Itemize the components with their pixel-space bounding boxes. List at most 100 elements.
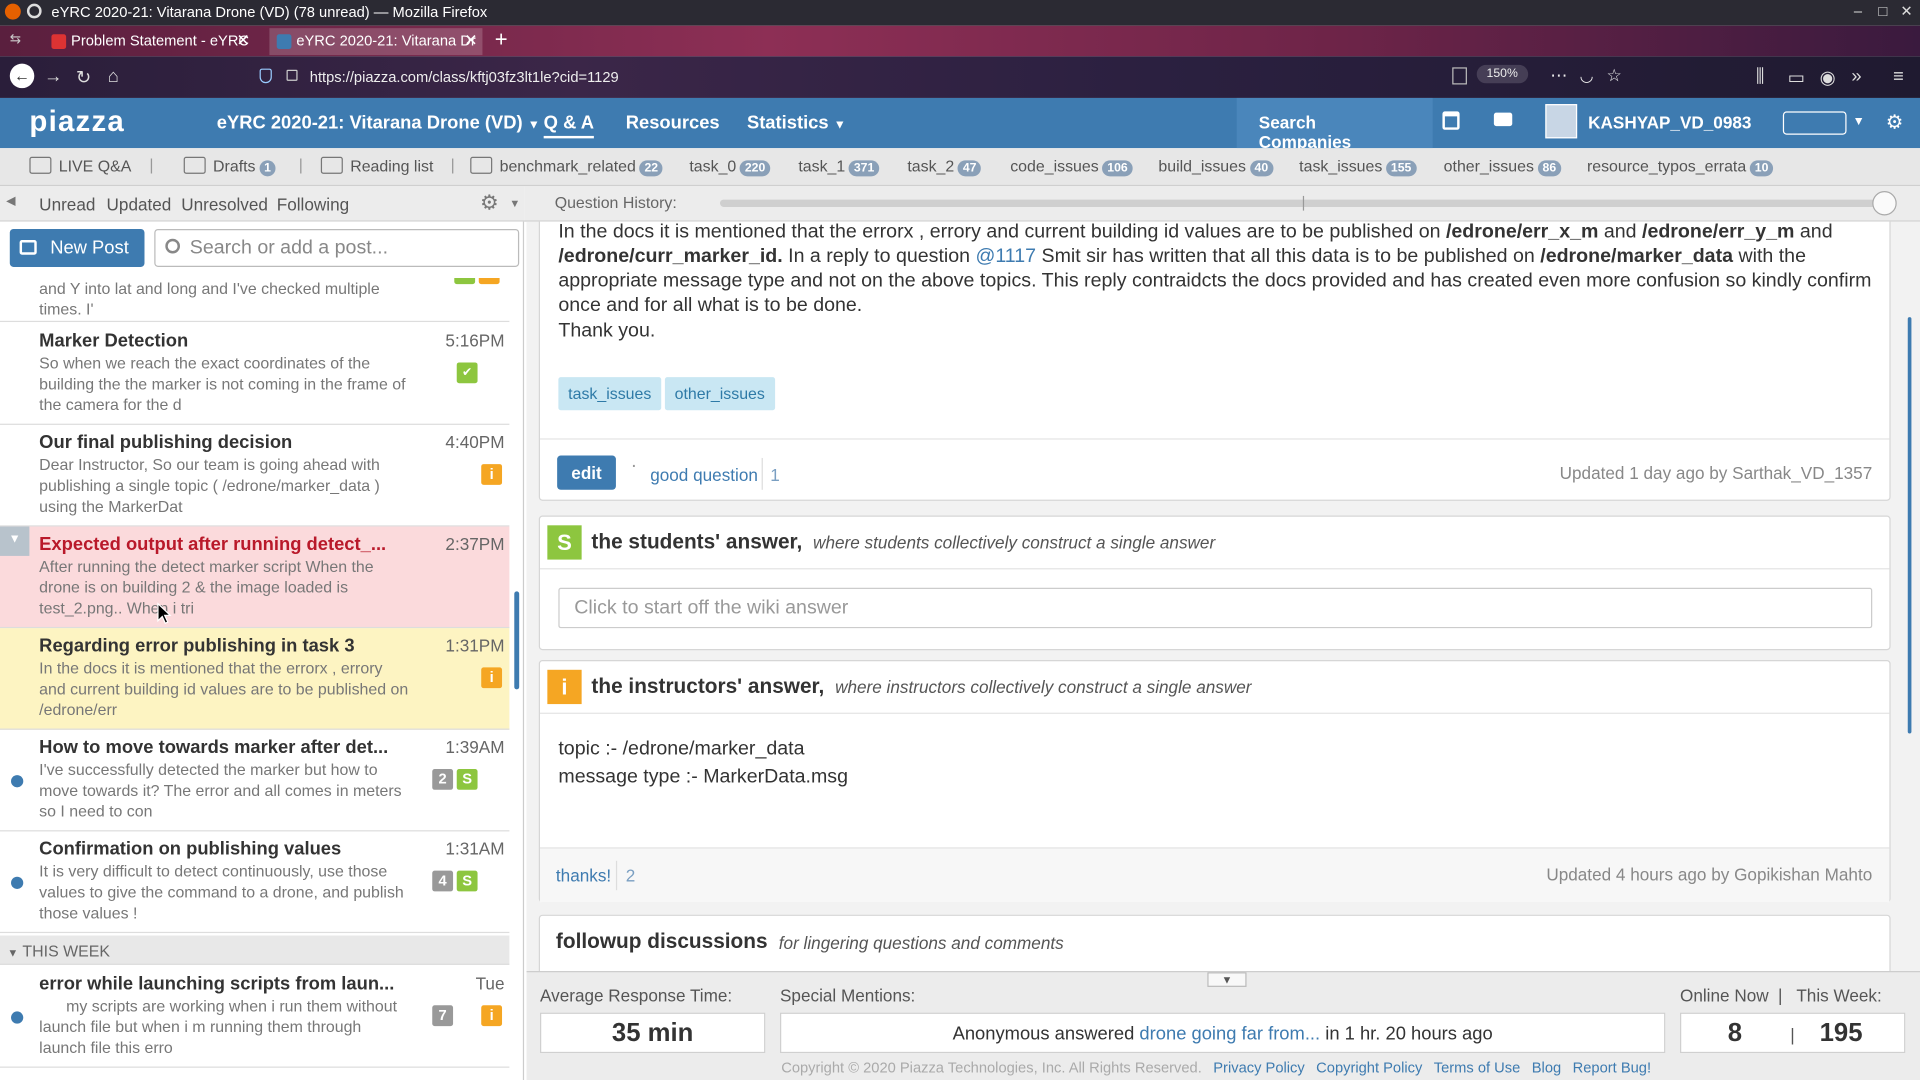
mention-post-link[interactable]: drone going far from... bbox=[1139, 1024, 1320, 1045]
post-title: Marker Detection bbox=[39, 330, 189, 352]
tag-task-issues[interactable]: task_issues bbox=[558, 377, 662, 411]
reader-view-icon[interactable] bbox=[1452, 67, 1467, 85]
more-actions-icon[interactable]: ⋯ bbox=[1550, 65, 1567, 86]
folder-reading-list[interactable]: Reading list bbox=[320, 156, 433, 175]
filter-unresolved[interactable]: Unresolved bbox=[181, 195, 268, 215]
menu-icon[interactable]: ≡ bbox=[1893, 66, 1904, 87]
nav-qa[interactable]: Q & A bbox=[543, 113, 595, 139]
blog-link[interactable]: Blog bbox=[1532, 1059, 1561, 1076]
history-slider-track[interactable] bbox=[720, 199, 1884, 207]
wiki-answer-input[interactable]: Click to start off the wiki answer bbox=[558, 587, 1873, 629]
report-bug-link[interactable]: Report Bug! bbox=[1573, 1059, 1651, 1076]
edit-button[interactable]: edit bbox=[557, 455, 616, 490]
folder-build-issues[interactable]: build_issues 40 bbox=[1158, 157, 1274, 177]
folder-task-2[interactable]: task_2 47 bbox=[907, 157, 982, 177]
class-dropdown[interactable]: eYRC 2020-21: Vitarana Drone (VD) ▼ bbox=[217, 113, 540, 134]
home-icon[interactable]: ⌂ bbox=[108, 66, 119, 87]
special-mentions-label: Special Mentions: bbox=[780, 985, 916, 1006]
settings-gear-icon[interactable]: ⚙ bbox=[480, 191, 499, 215]
url-bar[interactable]: https://piazza.com/class/kftj03fz3lt1le?… bbox=[259, 62, 1636, 91]
folder-live-qa[interactable]: LIVE Q&A bbox=[29, 156, 131, 175]
folder-task-1[interactable]: task_1 371 bbox=[798, 157, 880, 177]
zoom-level[interactable]: 150% bbox=[1476, 64, 1528, 84]
forward-icon[interactable]: → bbox=[44, 66, 62, 87]
collapse-footer-icon[interactable]: ▼ bbox=[1207, 972, 1247, 987]
pocket-icon[interactable]: ◡ bbox=[1580, 66, 1594, 86]
folder-benchmark-related[interactable]: benchmark_related 22 bbox=[470, 156, 663, 177]
post-time: 5:16PM bbox=[445, 330, 505, 351]
library-icon[interactable]: ⫼ bbox=[1756, 66, 1764, 87]
history-slider-handle[interactable] bbox=[1872, 191, 1897, 216]
copyright-text: Copyright © 2020 Piazza Technologies, In… bbox=[781, 1059, 1202, 1077]
sidebar-icon[interactable]: ▭ bbox=[1788, 66, 1805, 88]
firefox-icon bbox=[4, 3, 21, 20]
content-scrollbar[interactable] bbox=[1907, 317, 1912, 734]
folder-code-issues[interactable]: code_issues 106 bbox=[1010, 157, 1133, 177]
divider: | bbox=[1777, 985, 1783, 1006]
post-snippet: my scripts are working when i run them w… bbox=[39, 996, 398, 1057]
maximize-icon[interactable]: □ bbox=[1878, 2, 1887, 19]
list-item-selected[interactable]: Regarding error publishing in task 3 In … bbox=[0, 628, 510, 730]
list-item[interactable]: and Y into lat and long and I've checked… bbox=[0, 277, 510, 323]
tab-problem-statement[interactable]: Problem Statement - eYRC ✕ bbox=[44, 28, 255, 55]
filter-updated[interactable]: Updated bbox=[107, 195, 172, 215]
section-header-this-week[interactable]: ▼ THIS WEEK bbox=[0, 935, 510, 965]
piazza-logo[interactable]: piazza bbox=[29, 105, 125, 139]
question-ref-link[interactable]: @1117 bbox=[975, 246, 1036, 267]
list-item[interactable]: Marker Detection So when we reach the ex… bbox=[0, 323, 510, 425]
tab-favicon-icon bbox=[276, 34, 292, 49]
url-text[interactable]: https://piazza.com/class/kftj03fz3lt1le?… bbox=[310, 69, 619, 86]
account-icon[interactable]: ◉ bbox=[1820, 66, 1836, 88]
search-companies-button[interactable]: Search Companies bbox=[1236, 97, 1433, 152]
caret-down-icon[interactable]: ▼ bbox=[509, 197, 520, 209]
tab-close-icon[interactable]: ✕ bbox=[464, 31, 477, 51]
post-title: Expected output after running detect_... bbox=[39, 533, 387, 555]
caret-down-icon[interactable]: ▼ bbox=[1853, 115, 1865, 128]
question-card: In the docs it is mentioned that the err… bbox=[538, 221, 1891, 501]
bookmark-star-icon[interactable]: ☆ bbox=[1607, 65, 1622, 86]
privacy-policy-link[interactable]: Privacy Policy bbox=[1213, 1059, 1304, 1076]
terms-of-use-link[interactable]: Terms of Use bbox=[1434, 1059, 1521, 1076]
back-icon[interactable]: ← bbox=[9, 63, 35, 89]
tag-other-issues[interactable]: other_issues bbox=[664, 377, 775, 411]
folder-task-issues[interactable]: task_issues 155 bbox=[1299, 157, 1417, 177]
new-post-button[interactable]: New Post bbox=[9, 228, 145, 267]
calendar-icon[interactable] bbox=[1442, 111, 1460, 130]
list-item[interactable]: How to move towards marker after det... … bbox=[0, 730, 510, 832]
folder-task-0[interactable]: task_0 220 bbox=[689, 157, 771, 177]
post-title: How to move towards marker after det... bbox=[39, 737, 389, 758]
list-item[interactable]: Our final publishing decision Dear Instr… bbox=[0, 425, 510, 527]
filter-following[interactable]: Following bbox=[277, 195, 349, 215]
good-question-button[interactable]: good question bbox=[650, 465, 758, 485]
lock-icon bbox=[286, 69, 298, 81]
reload-icon[interactable]: ↻ bbox=[76, 66, 91, 88]
status-toggle[interactable] bbox=[1782, 111, 1847, 135]
feed-scrollbar[interactable] bbox=[514, 591, 520, 690]
tab-list-icon[interactable]: ⇆ bbox=[10, 31, 21, 47]
unread-marker-icon[interactable]: ▼ bbox=[0, 526, 30, 556]
list-item-unread[interactable]: ▼ Expected output after running detect_.… bbox=[0, 526, 510, 629]
overflow-icon[interactable]: » bbox=[1851, 66, 1861, 87]
copyright-policy-link[interactable]: Copyright Policy bbox=[1316, 1059, 1422, 1076]
folder-resource-typos-errata[interactable]: resource_typos_errata 10 bbox=[1587, 157, 1774, 177]
tab-piazza[interactable]: eYRC 2020-21: Vitarana Dr ✕ bbox=[269, 28, 483, 56]
chat-icon[interactable] bbox=[1493, 112, 1513, 127]
minimize-icon[interactable]: – bbox=[1854, 2, 1862, 19]
collapse-left-icon[interactable]: ◀ bbox=[6, 195, 15, 208]
new-tab-icon[interactable]: + bbox=[495, 27, 508, 53]
folder-drafts[interactable]: Drafts 1 bbox=[183, 156, 276, 177]
shield-icon[interactable] bbox=[259, 68, 272, 84]
list-item[interactable]: error while launching scripts from laun.… bbox=[0, 966, 510, 1068]
close-window-icon[interactable]: ✕ bbox=[1900, 2, 1912, 19]
gear-icon[interactable]: ⚙ bbox=[1886, 110, 1904, 134]
search-input[interactable]: Search or add a post... bbox=[154, 228, 520, 267]
list-item[interactable]: Confirmation on publishing values It is … bbox=[0, 831, 510, 934]
avatar[interactable] bbox=[1545, 104, 1578, 139]
username[interactable]: KASHYAP_VD_0983 bbox=[1588, 113, 1751, 133]
nav-resources[interactable]: Resources bbox=[626, 113, 720, 134]
filter-unread[interactable]: Unread bbox=[39, 195, 95, 215]
folder-other-issues[interactable]: other_issues 86 bbox=[1444, 157, 1562, 177]
tab-close-icon[interactable]: ✕ bbox=[236, 31, 249, 51]
nav-statistics[interactable]: Statistics ▼ bbox=[747, 113, 846, 134]
thanks-button[interactable]: thanks! bbox=[556, 866, 611, 886]
